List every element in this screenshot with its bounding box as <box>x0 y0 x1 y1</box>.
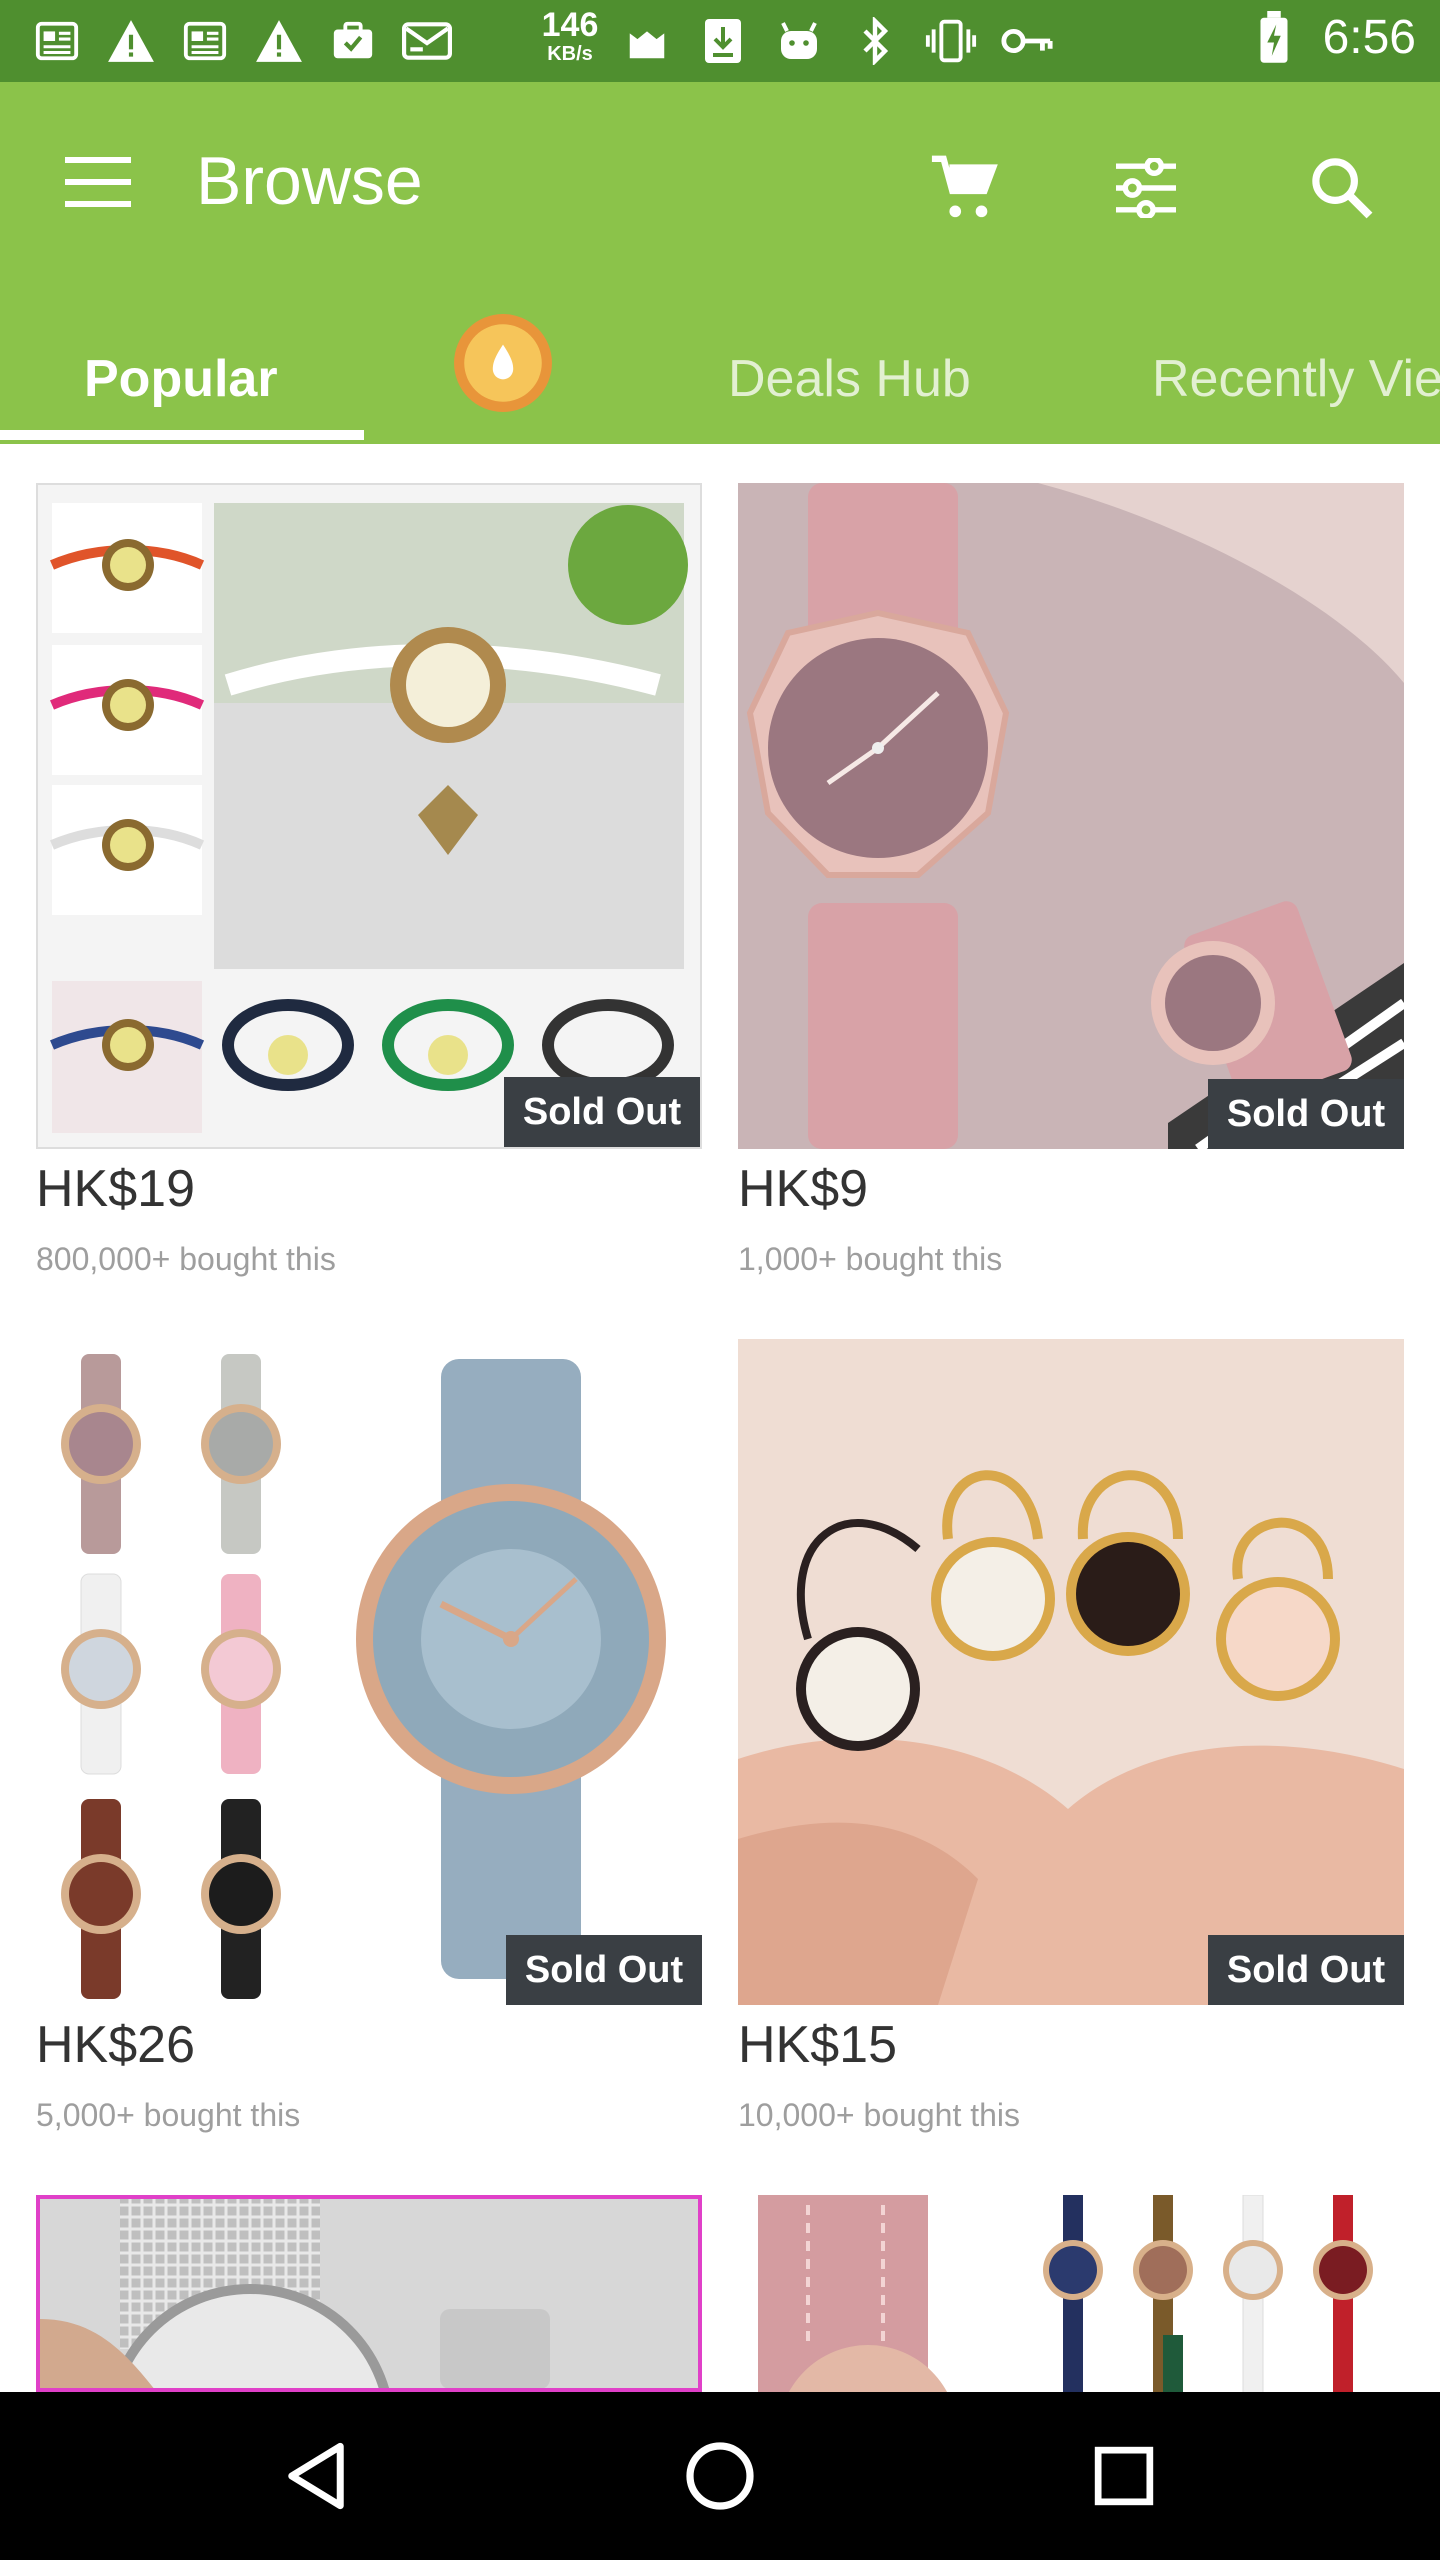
active-tab-indicator <box>0 430 364 440</box>
news-icon <box>178 14 232 68</box>
product-card[interactable] <box>36 2195 702 2392</box>
back-button[interactable] <box>266 2426 366 2526</box>
shopping-cart-icon <box>931 155 998 218</box>
network-speed-value: 146 <box>541 6 599 44</box>
cart-button[interactable] <box>914 138 1014 238</box>
product-price: HK$26 <box>36 2016 195 2074</box>
bought-count: 5,000+ bought this <box>36 2097 301 2133</box>
warning-icon <box>252 14 306 68</box>
notification-icons-2 <box>620 14 1054 68</box>
product-image[interactable]: Sold Out <box>738 1339 1404 2005</box>
menu-button[interactable] <box>56 140 140 224</box>
notification-icons <box>30 14 454 68</box>
tab-bar: Popular Deals Hub Recently Vie <box>0 314 1440 444</box>
product-image[interactable]: Sold Out <box>36 1339 702 2005</box>
home-button[interactable] <box>670 2426 770 2526</box>
filter-sliders-icon <box>1116 158 1176 218</box>
download-icon <box>696 14 750 68</box>
back-triangle-icon <box>288 2442 344 2510</box>
bought-count: 10,000+ bought this <box>738 2097 1021 2133</box>
product-card[interactable]: Sold Out HK$15 10,000+ bought this <box>738 1339 1404 2159</box>
home-circle-icon <box>686 2442 754 2510</box>
sold-out-badge: Sold Out <box>1208 1935 1404 2005</box>
hamburger-menu-icon <box>65 157 131 207</box>
vibrate-icon <box>924 14 978 68</box>
tab-recently-viewed[interactable]: Recently Vie <box>1152 314 1440 444</box>
product-image[interactable] <box>738 2195 1404 2392</box>
product-price: HK$15 <box>738 2016 897 2074</box>
bluetooth-icon <box>848 14 902 68</box>
product-card[interactable]: Sold Out HK$19 800,000+ bought this <box>36 483 702 1303</box>
page-title: Browse <box>196 143 423 219</box>
briefcase-check-icon <box>326 14 380 68</box>
product-image[interactable]: Sold Out <box>738 483 1404 1149</box>
product-card[interactable]: Sold Out HK$9 1,000+ bought this <box>738 483 1404 1303</box>
product-price: HK$19 <box>36 1160 195 1218</box>
warning-icon <box>104 14 158 68</box>
mail-icon <box>400 14 454 68</box>
cat-icon <box>620 14 674 68</box>
system-navigation-bar <box>0 2392 1440 2560</box>
bought-count: 800,000+ bought this <box>36 1241 336 1277</box>
bought-count: 1,000+ bought this <box>738 1241 1003 1277</box>
network-speed-unit: KB/s <box>547 43 593 65</box>
status-right: 6:56 <box>1247 10 1416 65</box>
sold-out-badge: Sold Out <box>504 1077 700 1147</box>
sold-out-badge: Sold Out <box>506 1935 702 2005</box>
app-bar: Browse Popular Deals Hub Recently Vie <box>0 82 1440 444</box>
recents-button[interactable] <box>1074 2426 1174 2526</box>
product-card[interactable]: Sold Out HK$26 5,000+ bought this <box>36 1339 702 2159</box>
sold-out-badge: Sold Out <box>1208 1079 1404 1149</box>
tab-deals-hub[interactable]: Deals Hub <box>728 314 971 444</box>
key-icon <box>1000 14 1054 68</box>
news-icon <box>30 14 84 68</box>
network-speed: 146 KB/s <box>540 8 600 64</box>
search-button[interactable] <box>1292 138 1392 238</box>
android-icon <box>772 14 826 68</box>
status-bar: 146 KB/s 6:56 <box>0 0 1440 82</box>
battery-charging-icon <box>1247 10 1301 65</box>
product-card[interactable] <box>738 2195 1404 2392</box>
coin-icon <box>454 314 552 412</box>
filter-button[interactable] <box>1096 138 1196 238</box>
recents-square-icon <box>1094 2446 1154 2506</box>
product-price: HK$9 <box>738 1160 869 1218</box>
tab-popular[interactable]: Popular <box>84 314 278 444</box>
tab-coin[interactable] <box>452 312 554 414</box>
search-icon <box>1312 158 1373 219</box>
clock: 6:56 <box>1322 11 1416 64</box>
product-image[interactable]: Sold Out <box>36 483 702 1149</box>
product-image[interactable] <box>36 2195 702 2392</box>
